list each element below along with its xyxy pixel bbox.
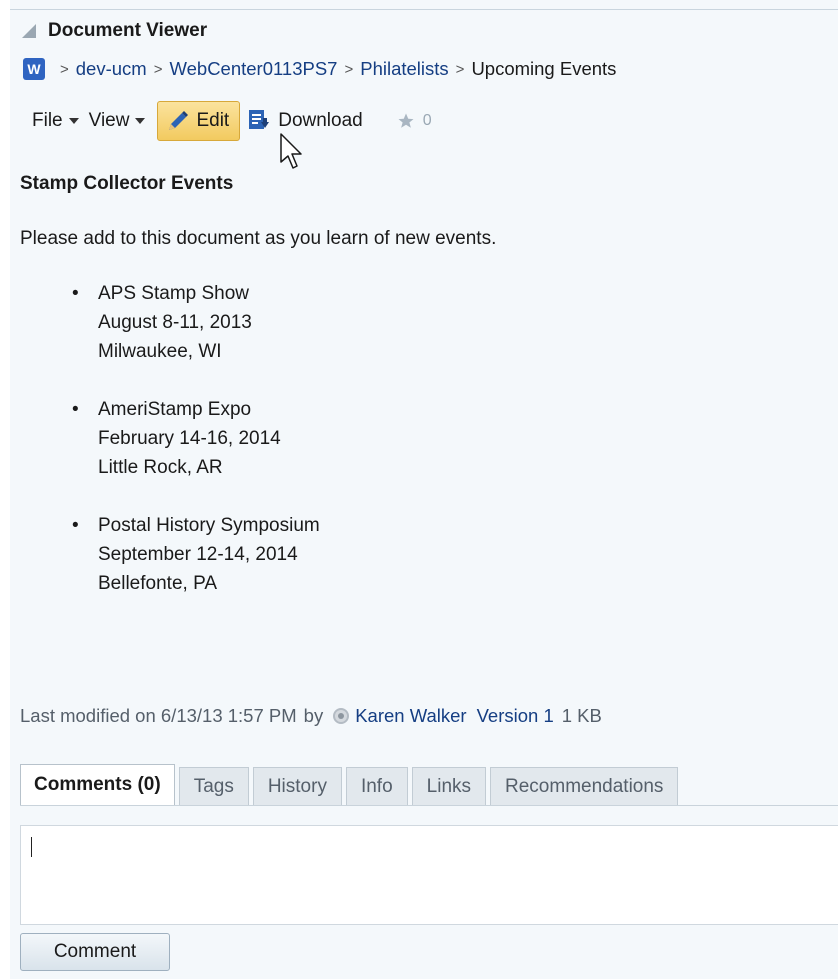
tab-links[interactable]: Links — [411, 767, 487, 805]
panel-header: Document Viewer — [10, 10, 838, 52]
star-icon — [398, 113, 414, 128]
document-metadata: Last modified on 6/13/13 1:57 PM by Kare… — [20, 705, 602, 727]
document-intro: Please add to this document as you learn… — [20, 228, 497, 249]
breadcrumb-separator: > — [455, 60, 465, 78]
document-viewer-panel: Document Viewer W > dev-ucm > WebCenter0… — [10, 0, 838, 979]
text-caret — [31, 837, 32, 857]
chevron-down-icon — [135, 118, 146, 124]
breadcrumb-item-current: Upcoming Events — [471, 58, 617, 79]
event-date: February 14-16, 2014 — [98, 428, 281, 449]
comment-button[interactable]: Comment — [20, 933, 170, 971]
event-name: AmeriStamp Expo — [98, 399, 252, 420]
event-date: August 8-11, 2013 — [98, 312, 252, 333]
download-icon — [249, 110, 270, 129]
view-menu-label: View — [88, 110, 130, 131]
event-list: • APS Stamp Show August 8-11, 2013 Milwa… — [70, 279, 320, 627]
download-button[interactable]: Download — [248, 109, 363, 133]
list-item: • APS Stamp Show August 8-11, 2013 Milwa… — [70, 279, 320, 366]
breadcrumb: W > dev-ucm > WebCenter0113PS7 > Philate… — [23, 55, 838, 83]
rating[interactable]: 0 — [397, 112, 432, 130]
file-menu[interactable]: File — [32, 110, 79, 132]
breadcrumb-separator: > — [153, 60, 163, 78]
event-name: APS Stamp Show — [98, 283, 250, 304]
document-toolbar: File View Edit Download 0 — [32, 101, 432, 141]
mouse-pointer-icon — [280, 133, 302, 169]
tab-comments[interactable]: Comments (0) — [20, 764, 175, 805]
bullet-icon: • — [72, 399, 79, 420]
chevron-down-icon — [68, 118, 79, 124]
breadcrumb-item-philatelists[interactable]: Philatelists — [360, 58, 448, 80]
bullet-icon: • — [72, 283, 79, 304]
panel-title: Document Viewer — [48, 20, 208, 41]
word-document-icon: W — [23, 58, 45, 80]
edit-button-label: Edit — [196, 110, 230, 131]
tabs-divider — [20, 805, 838, 806]
list-item: • Postal History Symposium September 12-… — [70, 511, 320, 598]
download-button-label: Download — [278, 110, 363, 131]
breadcrumb-separator: > — [60, 60, 69, 78]
event-date: September 12-14, 2014 — [98, 544, 298, 565]
tab-history[interactable]: History — [252, 767, 342, 805]
detail-tabs: Comments (0) Tags History Info Links Rec… — [20, 764, 682, 805]
breadcrumb-item-webcenter[interactable]: WebCenter0113PS7 — [169, 58, 337, 80]
rating-count: 0 — [422, 112, 432, 129]
file-size: 1 KB — [561, 705, 602, 726]
collapse-triangle-icon[interactable] — [22, 24, 36, 38]
event-name: Postal History Symposium — [98, 515, 320, 536]
file-menu-label: File — [32, 110, 63, 131]
version-link[interactable]: Version 1 — [477, 705, 554, 727]
event-location: Bellefonte, PA — [98, 573, 218, 594]
list-item: • AmeriStamp Expo February 14-16, 2014 L… — [70, 395, 320, 482]
event-location: Milwaukee, WI — [98, 341, 222, 362]
view-menu[interactable]: View — [89, 110, 146, 132]
breadcrumb-separator: > — [344, 60, 354, 78]
event-location: Little Rock, AR — [98, 457, 223, 478]
tab-recommendations[interactable]: Recommendations — [490, 767, 679, 805]
bullet-icon: • — [72, 515, 79, 536]
comment-input[interactable] — [20, 825, 838, 925]
author-link[interactable]: Karen Walker — [355, 705, 466, 727]
document-title: Stamp Collector Events — [20, 173, 234, 194]
pencil-icon — [169, 111, 189, 130]
by-label: by — [303, 705, 324, 726]
presence-status-icon — [333, 708, 350, 724]
breadcrumb-item-dev-ucm[interactable]: dev-ucm — [76, 58, 147, 80]
last-modified-text: Last modified on 6/13/13 1:57 PM — [20, 705, 297, 726]
tab-tags[interactable]: Tags — [178, 767, 249, 805]
edit-button[interactable]: Edit — [157, 101, 241, 141]
tab-info[interactable]: Info — [345, 767, 408, 805]
